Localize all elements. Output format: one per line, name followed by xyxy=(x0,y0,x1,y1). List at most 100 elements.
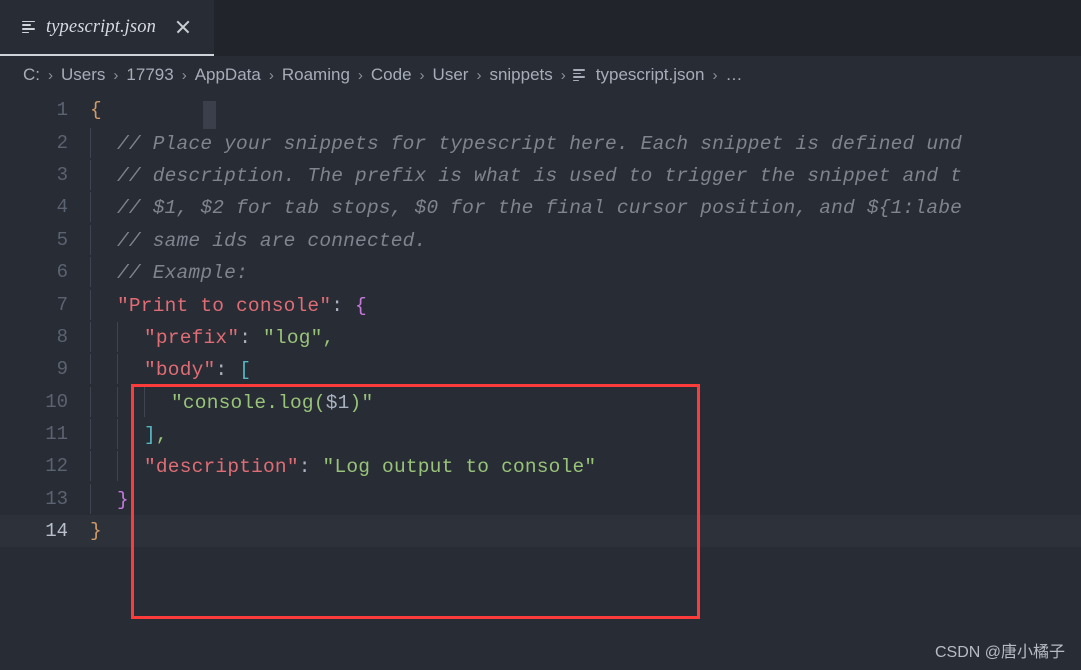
json-file-icon xyxy=(572,68,587,82)
indent-guide xyxy=(90,257,118,288)
breadcrumb-item-file[interactable]: typescript.json xyxy=(572,65,706,85)
breadcrumb: C: › Users › 17793 › AppData › Roaming ›… xyxy=(0,56,1081,94)
line-number: 7 xyxy=(56,293,68,316)
breadcrumb-separator: › xyxy=(268,66,274,84)
line-number: 4 xyxy=(56,196,68,219)
code-content: } xyxy=(90,520,1081,542)
token-bracket-close: ] xyxy=(144,424,156,447)
code-content: { xyxy=(90,99,1081,130)
code-content: "body": [ xyxy=(90,354,1081,385)
breadcrumb-item-appdata[interactable]: AppData xyxy=(194,65,262,85)
token-value-log: "log" xyxy=(263,326,323,349)
line-number: 1 xyxy=(56,99,68,122)
editor-tab-bar: typescript.json xyxy=(0,0,1081,56)
code-line[interactable]: 12 "description": "Log output to console… xyxy=(0,450,1081,482)
code-content: "description": "Log output to console" xyxy=(90,451,1081,482)
breadcrumb-separator: › xyxy=(181,66,187,84)
line-number: 12 xyxy=(45,455,68,478)
code-line[interactable]: 3 // description. The prefix is what is … xyxy=(0,159,1081,191)
indent-guide xyxy=(90,289,118,320)
breadcrumb-separator: › xyxy=(357,66,363,84)
breadcrumb-file-label: typescript.json xyxy=(595,65,705,84)
breadcrumb-item-snippets[interactable]: snippets xyxy=(488,65,553,85)
indent-guide xyxy=(90,483,118,514)
indent-guide xyxy=(90,224,118,255)
breadcrumb-overflow[interactable]: … xyxy=(724,65,743,85)
breadcrumb-item-users[interactable]: Users xyxy=(60,65,106,85)
code-line[interactable]: 6 // Example: xyxy=(0,256,1081,288)
code-content: // same ids are connected. xyxy=(90,224,1081,255)
token-bracket-open: [ xyxy=(239,359,252,382)
indent-guide xyxy=(90,451,118,482)
token-brace-open: { xyxy=(90,99,102,122)
token-brace-close-snippet: } xyxy=(117,488,129,511)
vscode-window: typescript.json C: › Users › 17793 › App… xyxy=(0,0,1081,670)
token-colon: : xyxy=(331,294,344,317)
watermark: CSDN @唐小橘子 xyxy=(934,644,1065,661)
token-brace-open-snippet: { xyxy=(355,294,367,317)
token-colon: : xyxy=(215,359,228,382)
indent-guide xyxy=(117,321,145,352)
indent-guide xyxy=(117,419,145,450)
token-comment: // description. The prefix is what is us… xyxy=(117,164,963,187)
code-content: ], xyxy=(90,419,1081,450)
breadcrumb-item-c[interactable]: C: xyxy=(22,65,41,85)
breadcrumb-item-code[interactable]: Code xyxy=(370,65,413,85)
breadcrumb-separator: › xyxy=(476,66,482,84)
token-value-console-log-pre: "console.log( xyxy=(171,391,326,414)
code-content: "prefix": "log", xyxy=(90,321,1081,352)
code-line[interactable]: 11 ], xyxy=(0,418,1081,450)
breadcrumb-separator: › xyxy=(113,66,119,84)
breadcrumb-separator: › xyxy=(712,66,718,84)
line-number: 13 xyxy=(45,487,68,510)
code-content: // Place your snippets for typescript he… xyxy=(90,127,1081,158)
token-comment: // Place your snippets for typescript he… xyxy=(117,132,963,155)
token-value-console-log-post: )" xyxy=(349,391,374,414)
token-comment: // $1, $2 for tab stops, $0 for the fina… xyxy=(117,197,963,220)
line-number: 9 xyxy=(56,358,68,381)
code-line[interactable]: 5 // same ids are connected. xyxy=(0,224,1081,256)
line-number: 10 xyxy=(45,390,68,413)
code-line[interactable]: 13 } xyxy=(0,483,1081,515)
code-editor[interactable]: 1 { 2 // Place your snippets for typescr… xyxy=(0,94,1081,670)
breadcrumb-item-17793[interactable]: 17793 xyxy=(125,65,174,85)
indent-guide xyxy=(117,354,145,385)
indent-guide xyxy=(90,419,118,450)
breadcrumb-item-roaming[interactable]: Roaming xyxy=(281,65,351,85)
breadcrumb-separator: › xyxy=(560,66,566,84)
indent-guide xyxy=(90,321,118,352)
token-comma: , xyxy=(155,424,168,447)
tab-typescript-json[interactable]: typescript.json xyxy=(0,0,214,56)
token-colon: : xyxy=(298,456,311,479)
text-cursor-selection xyxy=(203,101,216,130)
indent-guide xyxy=(90,386,118,417)
tab-label: typescript.json xyxy=(46,16,156,37)
code-line[interactable]: 7 "Print to console": { xyxy=(0,288,1081,320)
token-comment: // same ids are connected. xyxy=(117,229,427,252)
breadcrumb-separator: › xyxy=(419,66,425,84)
code-line[interactable]: 1 { xyxy=(0,94,1081,130)
indent-guide xyxy=(117,451,145,482)
code-line[interactable]: 9 "body": [ xyxy=(0,353,1081,385)
code-lines: 1 { 2 // Place your snippets for typescr… xyxy=(0,94,1081,548)
code-line[interactable]: 8 "prefix": "log", xyxy=(0,321,1081,353)
close-icon[interactable] xyxy=(173,17,193,37)
line-number: 2 xyxy=(56,131,68,154)
token-snippet-variable: $1 xyxy=(325,391,350,414)
indent-guide xyxy=(144,386,172,417)
line-number: 3 xyxy=(56,163,68,186)
code-content: // Example: xyxy=(90,257,1081,288)
breadcrumb-separator: › xyxy=(48,66,53,84)
token-key-prefix: "prefix" xyxy=(144,326,240,349)
line-number: 14 xyxy=(45,520,68,543)
code-line-active[interactable]: 14 } xyxy=(0,515,1081,548)
code-line[interactable]: 10 "console.log($1)" xyxy=(0,386,1081,418)
breadcrumb-item-user[interactable]: User xyxy=(432,65,470,85)
indent-guide xyxy=(90,192,118,223)
code-line[interactable]: 2 // Place your snippets for typescript … xyxy=(0,126,1081,158)
code-content: // description. The prefix is what is us… xyxy=(90,159,1081,190)
line-number: 8 xyxy=(56,325,68,348)
code-content: } xyxy=(90,483,1081,514)
json-file-icon xyxy=(22,20,37,35)
code-line[interactable]: 4 // $1, $2 for tab stops, $0 for the fi… xyxy=(0,191,1081,223)
